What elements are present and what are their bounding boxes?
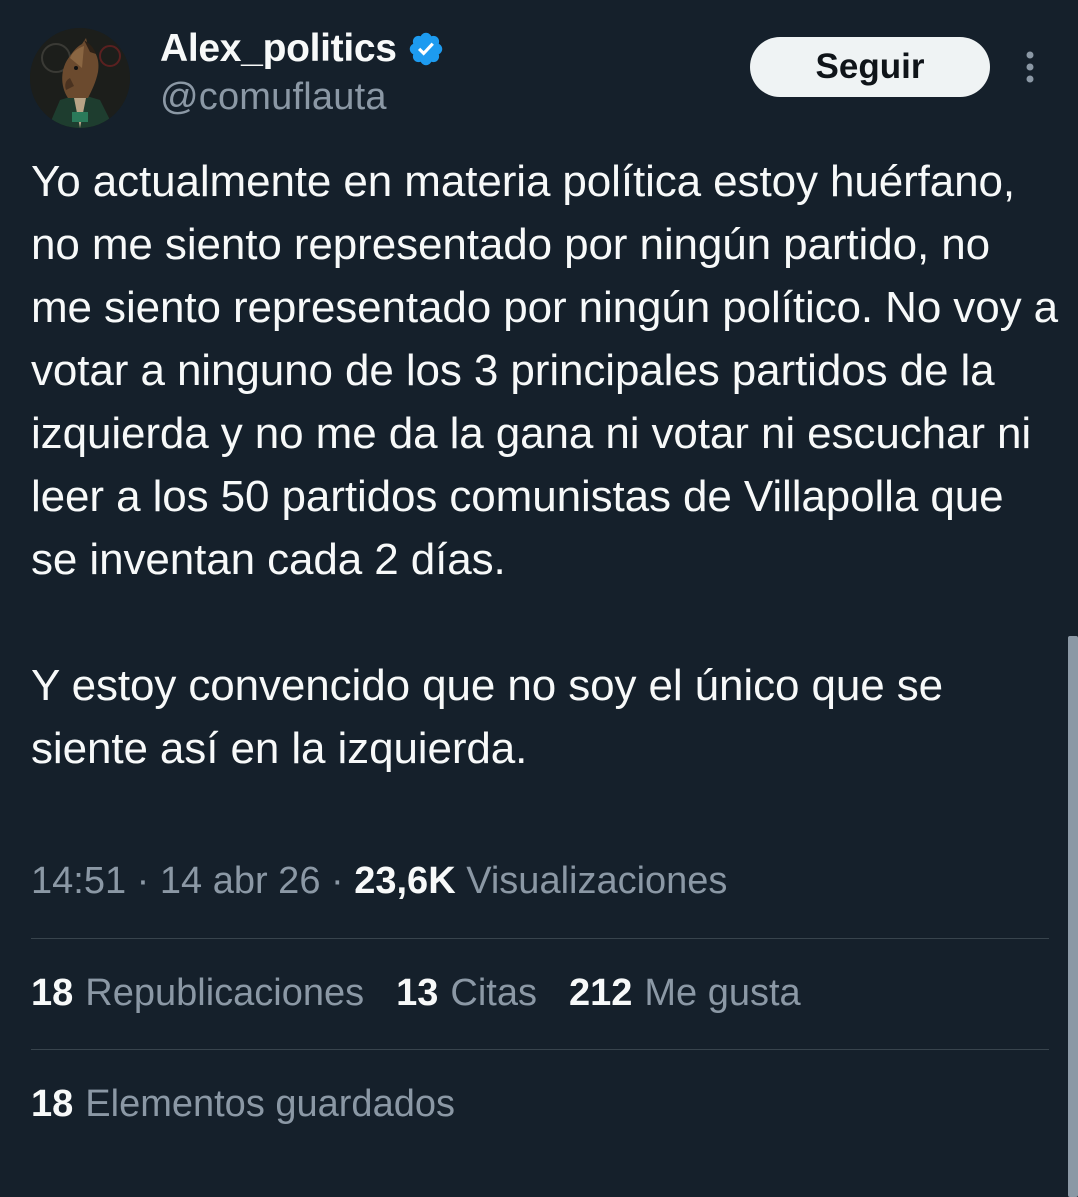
scrollbar[interactable] — [1068, 636, 1078, 1197]
author-names: Alex_politics @comuflauta — [160, 26, 445, 119]
meta-separator: · — [320, 860, 355, 902]
divider — [31, 1049, 1049, 1050]
likes-count: 212 — [568, 972, 633, 1014]
reposts-count: 18 — [31, 972, 74, 1014]
reposts-label: Republicaciones — [85, 972, 365, 1014]
avatar[interactable] — [30, 28, 130, 128]
likes-label: Me gusta — [644, 972, 801, 1014]
meta-separator: · — [126, 860, 160, 902]
author-handle[interactable]: @comuflauta — [160, 76, 445, 119]
tweet-text: Yo actualmente en materia política estoy… — [31, 157, 1058, 773]
tweet-header: Alex_politics @comuflauta Seguir — [0, 0, 1078, 140]
bookmarks-label: Elementos guardados — [85, 1083, 455, 1125]
display-name[interactable]: Alex_politics — [160, 27, 397, 71]
quotes-stat[interactable]: 13 Citas — [396, 972, 537, 1015]
bookmarks-stat[interactable]: 18 Elementos guardados — [31, 1083, 455, 1126]
display-name-row: Alex_politics — [160, 26, 445, 72]
tweet-meta: 14:51 · 14 abr 26 · 23,6K Visualizacione… — [31, 860, 727, 903]
bookmarks-count: 18 — [31, 1083, 74, 1125]
tweet-time[interactable]: 14:51 — [31, 860, 126, 902]
reposts-stat[interactable]: 18 Republicaciones — [31, 972, 364, 1015]
views-label: Visualizaciones — [466, 860, 728, 902]
likes-stat[interactable]: 212 Me gusta — [569, 972, 801, 1015]
quotes-label: Citas — [450, 972, 537, 1014]
horse-mask-avatar-icon — [30, 28, 130, 128]
more-options-icon[interactable] — [1012, 47, 1048, 87]
tweet-date[interactable]: 14 abr 26 — [160, 860, 321, 902]
views-count: 23,6K — [354, 860, 456, 902]
quotes-count: 13 — [396, 972, 439, 1014]
divider — [31, 938, 1049, 939]
follow-button[interactable]: Seguir — [750, 37, 990, 97]
engagement-stats: 18 Republicaciones 13 Citas 212 Me gusta — [31, 972, 833, 1015]
verified-badge-icon[interactable] — [407, 30, 445, 68]
